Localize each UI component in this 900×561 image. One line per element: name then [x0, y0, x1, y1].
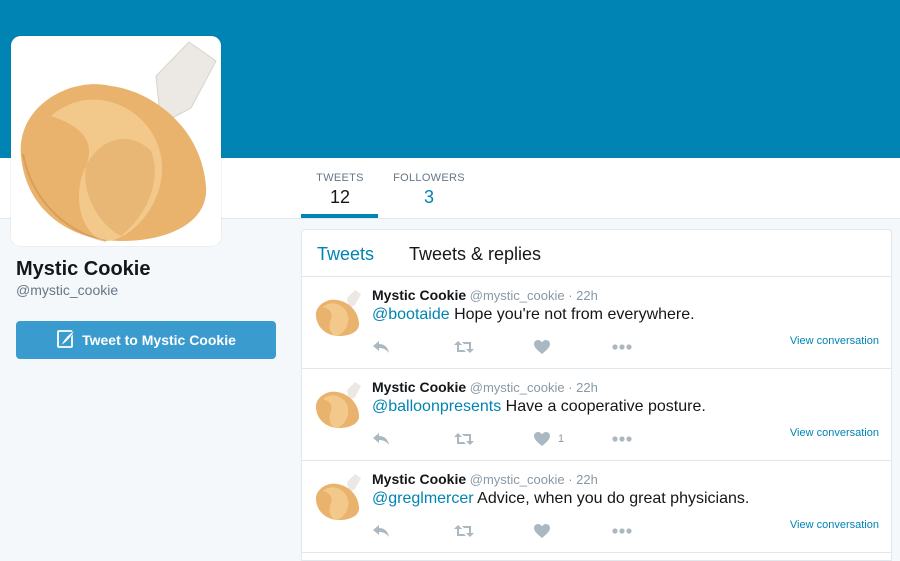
- tab-followers-count: 3: [423, 187, 434, 207]
- tab-tweets[interactable]: TWEETS 12: [302, 172, 378, 208]
- tab-followers[interactable]: FOLLOWERS 3: [385, 172, 473, 208]
- heart-icon[interactable]: [534, 338, 558, 356]
- tweet-author-handle[interactable]: @mystic_cookie: [470, 288, 565, 303]
- reply-icon[interactable]: [372, 522, 390, 540]
- tweet-avatar[interactable]: [314, 289, 362, 337]
- view-conversation-link[interactable]: View conversation: [790, 427, 879, 439]
- tweet-header: Mystic Cookie @mystic_cookie · 22h: [372, 287, 598, 303]
- tab-tweets-label: TWEETS: [316, 172, 364, 184]
- more-icon[interactable]: [612, 430, 632, 448]
- retweet-icon[interactable]: [454, 430, 474, 448]
- quill-icon: [56, 328, 77, 352]
- tweet-author-name[interactable]: Mystic Cookie: [372, 287, 466, 303]
- reply-icon[interactable]: [372, 430, 390, 448]
- tweet-text: @greglmercer Advice, when you do great p…: [372, 490, 749, 508]
- tweet-timestamp[interactable]: · 22h: [568, 472, 598, 487]
- tweet-author-name[interactable]: Mystic Cookie: [372, 471, 466, 487]
- tweet-mention[interactable]: @balloonpresents: [372, 398, 501, 415]
- timeline: Tweets Tweets & replies Mystic Cookie @m…: [301, 229, 892, 561]
- view-conversation-link[interactable]: View conversation: [790, 519, 879, 531]
- tweet-header: Mystic Cookie @mystic_cookie · 22h: [372, 471, 598, 487]
- tweet-to-label: Tweet to Mystic Cookie: [82, 332, 236, 348]
- like-count: 1: [558, 433, 565, 445]
- tab-tweets-count: 12: [329, 187, 351, 207]
- tweet-avatar[interactable]: [314, 473, 362, 521]
- tweet-author-handle[interactable]: @mystic_cookie: [470, 380, 565, 395]
- tweet-mention[interactable]: @bootaide: [372, 306, 450, 323]
- fortune-cookie-image: [11, 36, 221, 246]
- tweet-body: Advice, when you do great physicians.: [473, 490, 750, 507]
- reply-icon[interactable]: [372, 338, 390, 356]
- profile-name: Mystic Cookie: [16, 258, 151, 280]
- active-tab-indicator: [301, 214, 378, 218]
- tab-tweets-and-replies[interactable]: Tweets & replies: [409, 244, 541, 265]
- tweet-timestamp[interactable]: · 22h: [568, 380, 598, 395]
- tweet-timestamp[interactable]: · 22h: [568, 288, 598, 303]
- tweet-avatar[interactable]: [314, 381, 362, 429]
- view-conversation-link[interactable]: View conversation: [790, 335, 879, 347]
- tab-followers-label: FOLLOWERS: [393, 172, 465, 184]
- profile-avatar[interactable]: [11, 36, 221, 246]
- heart-icon[interactable]: 1: [534, 430, 564, 448]
- more-icon[interactable]: [612, 522, 632, 540]
- heart-icon[interactable]: [534, 522, 558, 540]
- retweet-icon[interactable]: [454, 522, 474, 540]
- tweet-item[interactable]: Mystic Cookie @mystic_cookie · 22h @greg…: [302, 461, 891, 553]
- tweet-author-name[interactable]: Mystic Cookie: [372, 379, 466, 395]
- tab-tweets-stream[interactable]: Tweets: [317, 244, 374, 265]
- tweet-body: Have a cooperative posture.: [501, 398, 706, 415]
- tweet-to-button[interactable]: Tweet to Mystic Cookie: [16, 321, 276, 359]
- profile-handle[interactable]: @mystic_cookie: [16, 282, 118, 298]
- tweet-text: @bootaide Hope you're not from everywher…: [372, 306, 695, 324]
- tweet-author-handle[interactable]: @mystic_cookie: [470, 472, 565, 487]
- tweet-item[interactable]: Mystic Cookie @mystic_cookie · 22h @ball…: [302, 369, 891, 461]
- retweet-icon[interactable]: [454, 338, 474, 356]
- more-icon[interactable]: [612, 338, 632, 356]
- tweet-header: Mystic Cookie @mystic_cookie · 22h: [372, 379, 598, 395]
- tweet-item[interactable]: Mystic Cookie @mystic_cookie · 22h @boot…: [302, 277, 891, 369]
- timeline-tabs: Tweets Tweets & replies: [302, 230, 891, 277]
- tweet-text: @balloonpresents Have a cooperative post…: [372, 398, 706, 416]
- tweet-body: Hope you're not from everywhere.: [449, 306, 695, 323]
- tweet-mention[interactable]: @greglmercer: [372, 490, 474, 507]
